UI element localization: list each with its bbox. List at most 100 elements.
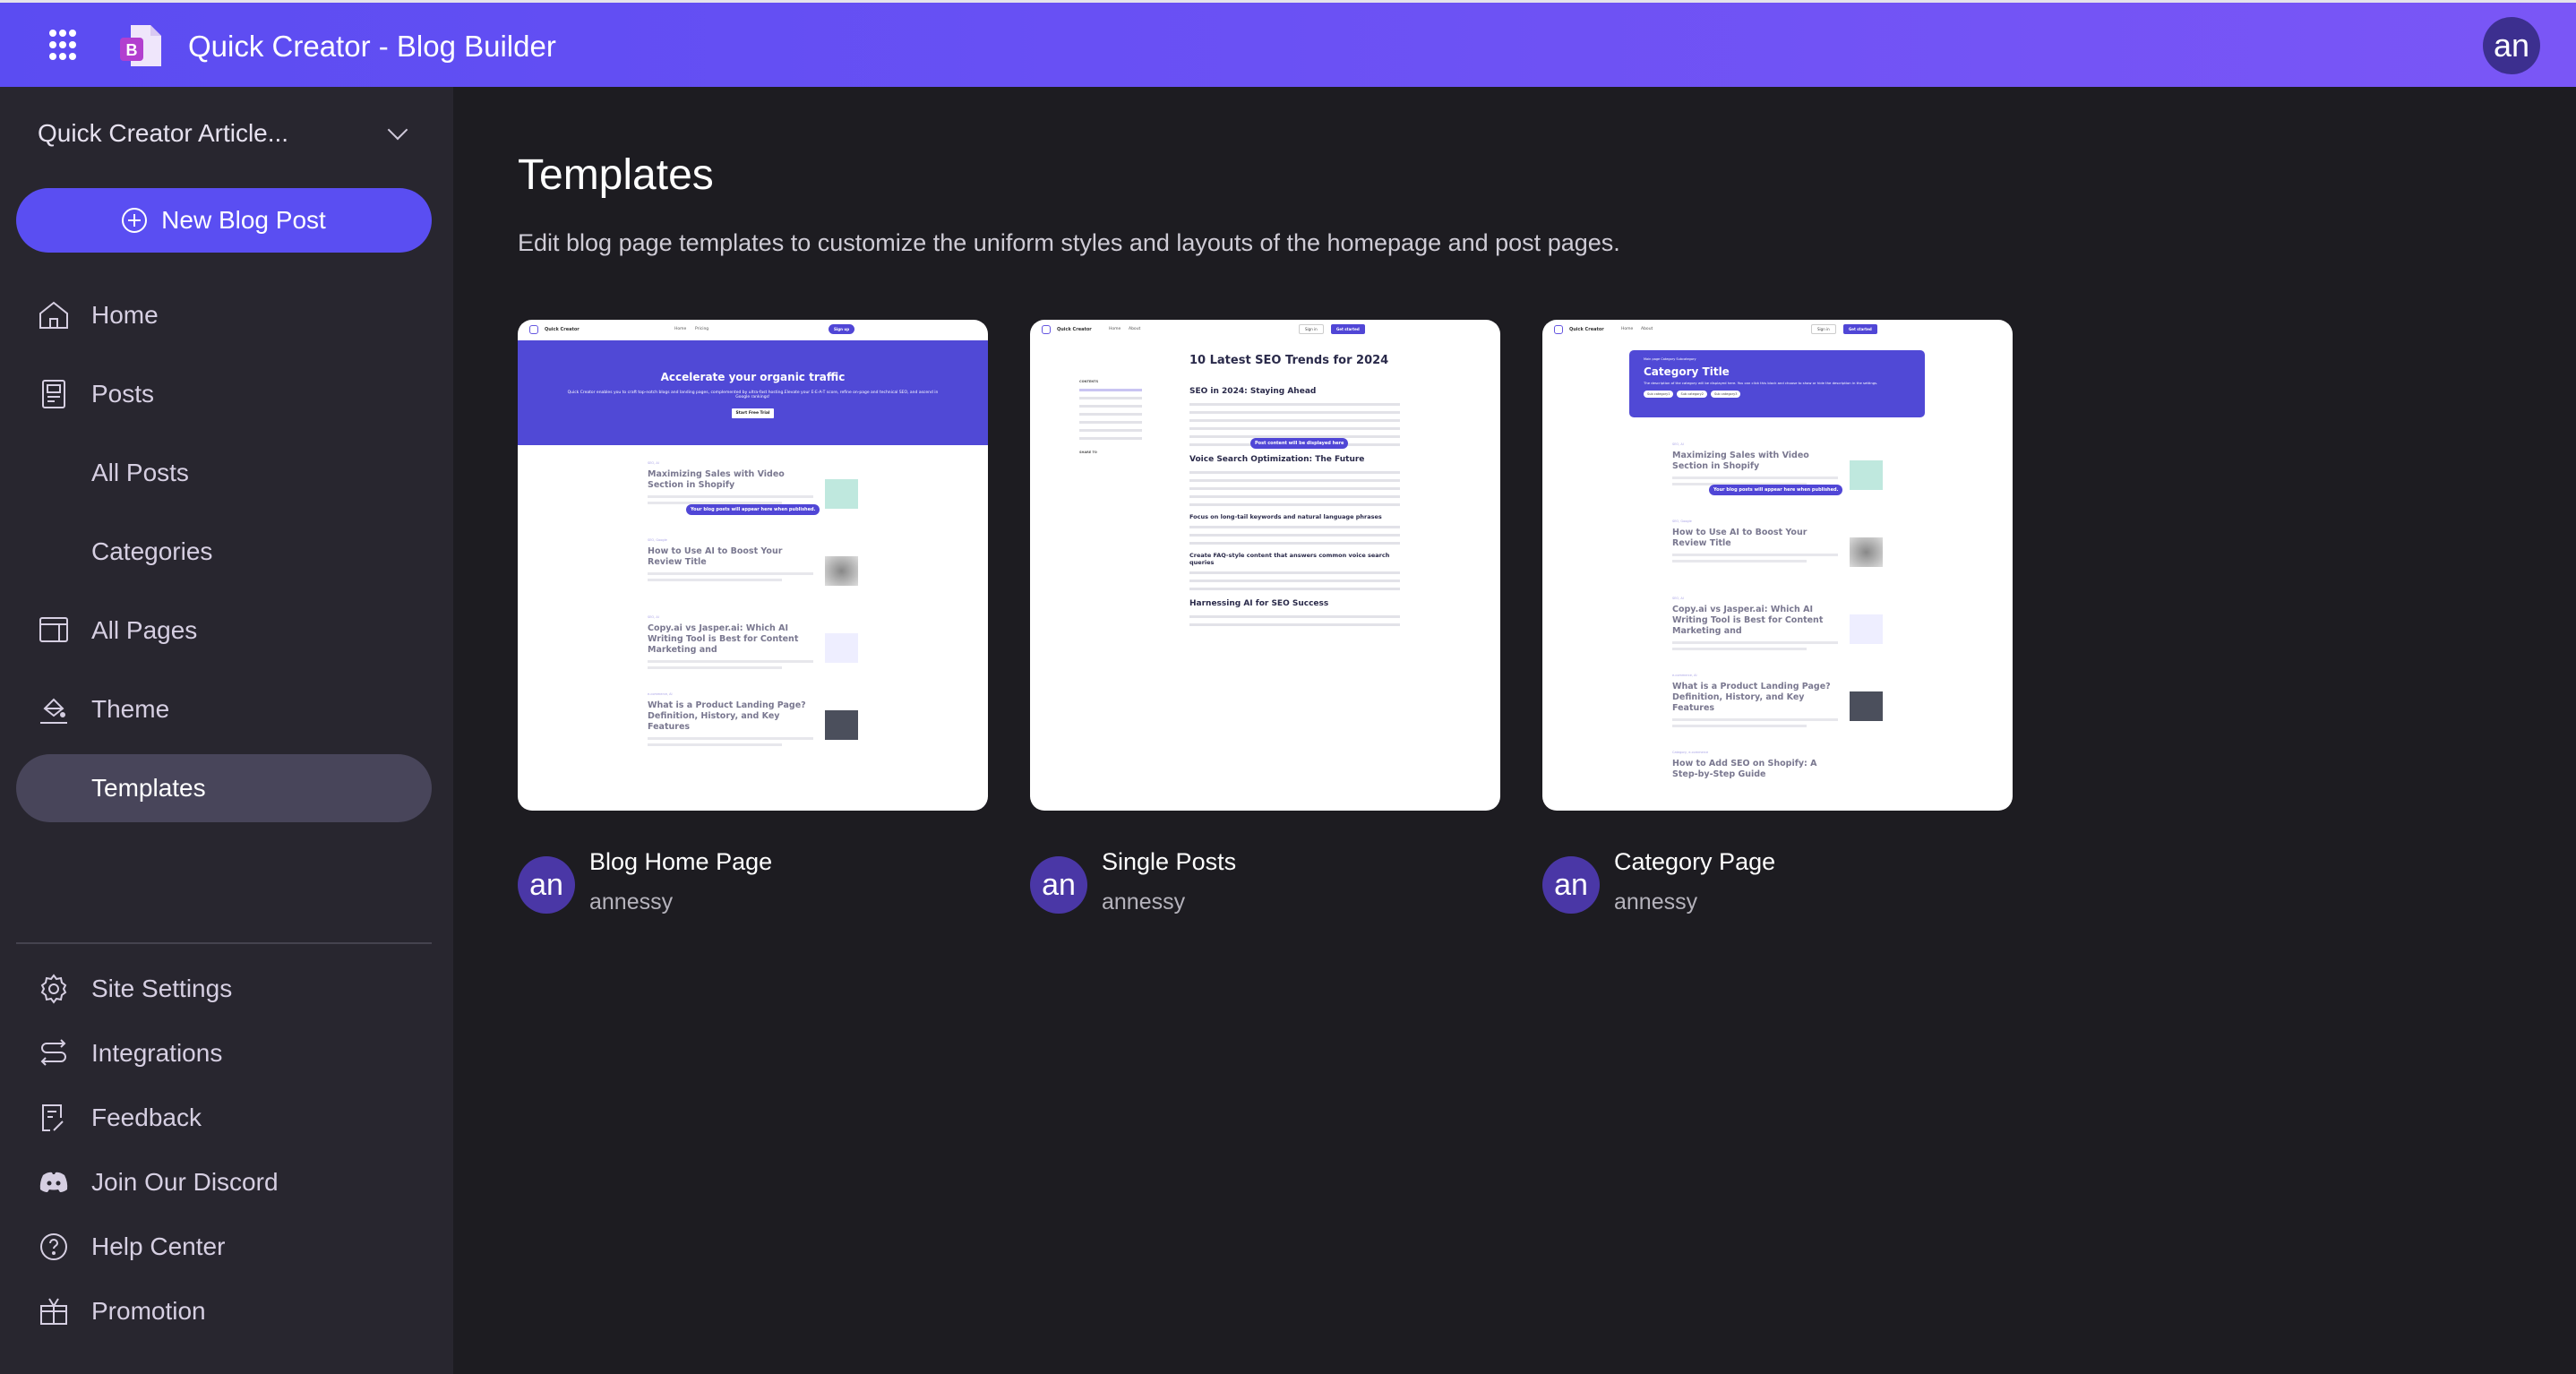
- preview-post-title: Copy.ai vs Jasper.ai: Which AI Writing T…: [648, 623, 799, 655]
- sidebar-item-site-settings[interactable]: Site Settings: [16, 955, 432, 1023]
- template-preview[interactable]: Quick Creator Home Pricing Sign up Accel…: [518, 320, 988, 811]
- preview-brand: Quick Creator: [545, 327, 580, 332]
- preview-hero-title: Accelerate your organic traffic: [660, 371, 846, 383]
- paint-bucket-icon: [40, 698, 67, 724]
- app-header: B Quick Creator - Blog Builder an: [0, 3, 2576, 87]
- preview-share-label: SHARE TO: [1079, 451, 1097, 454]
- preview-post-title: How to Use AI to Boost Your Review Title: [648, 546, 783, 567]
- template-card-single-posts[interactable]: Quick Creator Home About Sign in Get sta…: [1030, 320, 1500, 915]
- preview-hero-button: Start Free Trial: [731, 408, 775, 418]
- preview-get-started: Get started: [1331, 324, 1365, 334]
- preview-placeholder-pill: Your blog posts will appear here when pu…: [686, 504, 820, 515]
- preview-category-header: Main page Category Subcategory Category …: [1629, 350, 1925, 417]
- preview-breadcrumb: Main page Category Subcategory: [1644, 357, 1696, 361]
- preview-get-started: Get started: [1843, 324, 1877, 334]
- sidebar-item-label: Categories: [91, 537, 213, 565]
- preview-nav-home: Home: [674, 327, 687, 331]
- page-title: Templates: [518, 151, 714, 199]
- preview-placeholder-pill: Your blog posts will appear here when pu…: [1709, 485, 1843, 495]
- sidebar-item-integrations[interactable]: Integrations: [16, 1019, 432, 1087]
- preview-brand: Quick Creator: [1057, 327, 1092, 332]
- preview-signup: Sign up: [829, 324, 855, 334]
- preview-signin: Sign in: [1811, 324, 1836, 334]
- preview-post-title: What is a Product Landing Page? Definiti…: [648, 700, 806, 732]
- template-name[interactable]: Single Posts: [1102, 848, 1236, 876]
- site-selector-dropdown[interactable]: Quick Creator Article...: [38, 119, 414, 155]
- site-selector-label: Quick Creator Article...: [38, 119, 289, 147]
- preview-brand: Quick Creator: [1569, 327, 1604, 332]
- template-preview[interactable]: Quick Creator Home About Sign in Get sta…: [1030, 320, 1500, 811]
- sidebar-item-label: Home: [91, 301, 159, 329]
- preview-heading: Voice Search Optimization: The Future: [1189, 455, 1365, 464]
- sidebar-item-label: Help Center: [91, 1232, 226, 1260]
- sidebar-item-theme[interactable]: Theme: [16, 675, 432, 743]
- preview-toc: CONTENTS SHARE TO: [1079, 380, 1142, 454]
- help-icon: [40, 1233, 67, 1260]
- preview-nav-home: Home: [1109, 327, 1121, 331]
- sidebar-item-feedback[interactable]: Feedback: [16, 1084, 432, 1152]
- author-avatar: an: [518, 856, 575, 914]
- sidebar-item-label: Join Our Discord: [91, 1168, 279, 1196]
- preview-category-desc: The description of the category will be …: [1644, 381, 1878, 385]
- sidebar-divider: [16, 942, 432, 944]
- preview-category-title: Category Title: [1644, 365, 1730, 378]
- template-card-blog-home[interactable]: Quick Creator Home Pricing Sign up Accel…: [518, 320, 988, 915]
- preview-article-title: 10 Latest SEO Trends for 2024: [1189, 354, 1389, 367]
- apps-grid-icon[interactable]: [49, 30, 76, 60]
- sidebar-item-discord[interactable]: Join Our Discord: [16, 1148, 432, 1216]
- template-author: annessy: [589, 889, 674, 915]
- sidebar-item-all-posts[interactable]: All Posts: [16, 439, 432, 507]
- template-name[interactable]: Blog Home Page: [589, 848, 772, 876]
- app-title: Quick Creator - Blog Builder: [188, 30, 556, 63]
- plus-circle-icon: [122, 208, 148, 233]
- sidebar-item-label: Integrations: [91, 1039, 223, 1067]
- new-blog-post-label: New Blog Post: [161, 206, 326, 234]
- gift-icon: [40, 1298, 67, 1325]
- preview-article: 10 Latest SEO Trends for 2024 SEO in 202…: [1189, 354, 1400, 631]
- sidebar-item-label: Posts: [91, 380, 155, 408]
- preview-logo-icon: [529, 325, 538, 334]
- preview-nav-home: Home: [1621, 327, 1634, 331]
- sidebar-item-posts[interactable]: Posts: [16, 360, 432, 428]
- user-avatar[interactable]: an: [2483, 17, 2540, 74]
- author-avatar: an: [1542, 856, 1600, 914]
- gear-icon: [40, 974, 67, 1004]
- sidebar-item-categories[interactable]: Categories: [16, 518, 432, 586]
- sidebar-item-label: Feedback: [91, 1103, 202, 1131]
- chevron-down-icon: [387, 119, 408, 141]
- sidebar-item-home[interactable]: Home: [16, 281, 432, 349]
- author-avatar: an: [1030, 856, 1087, 914]
- preview-placeholder-pill: Post content will be displayed here: [1250, 438, 1349, 449]
- new-blog-post-button[interactable]: New Blog Post: [16, 188, 432, 253]
- sidebar-item-templates[interactable]: Templates: [16, 754, 432, 822]
- posts-icon: [42, 380, 65, 408]
- sidebar-item-label: All Posts: [91, 459, 189, 486]
- preview-signin: Sign in: [1299, 324, 1324, 334]
- preview-post-title: Maximizing Sales with Video Section in S…: [1672, 451, 1809, 471]
- template-name[interactable]: Category Page: [1614, 848, 1775, 876]
- preview-heading: Harnessing AI for SEO Success: [1189, 599, 1329, 608]
- template-author: annessy: [1102, 889, 1186, 915]
- svg-text:B: B: [126, 41, 138, 59]
- sidebar-item-label: All Pages: [91, 616, 198, 644]
- feedback-icon: [42, 1104, 64, 1131]
- preview-post-title: What is a Product Landing Page? Definiti…: [1672, 682, 1831, 713]
- sidebar-item-help-center[interactable]: Help Center: [16, 1213, 432, 1281]
- preview-post-title: Copy.ai vs Jasper.ai: Which AI Writing T…: [1672, 605, 1824, 636]
- sidebar-item-all-pages[interactable]: All Pages: [16, 597, 432, 665]
- preview-post-list: SEO, AI Maximizing Sales with Video Secti…: [1672, 442, 1883, 811]
- sidebar-item-label: Promotion: [91, 1297, 206, 1325]
- preview-nav-about: About: [1641, 327, 1653, 331]
- preview-heading: Focus on long-tail keywords and natural …: [1189, 513, 1382, 520]
- preview-nav-pricing: Pricing: [695, 327, 709, 331]
- preview-heading: SEO in 2024: Staying Ahead: [1189, 387, 1317, 396]
- sidebar-item-promotion[interactable]: Promotion: [16, 1277, 432, 1345]
- preview-hero-text: Quick Creator enables you to craft top-n…: [567, 391, 939, 399]
- template-author: annessy: [1614, 889, 1698, 915]
- preview-toc-label: CONTENTS: [1079, 380, 1099, 383]
- sidebar-item-label: Templates: [91, 774, 206, 802]
- blog-builder-logo-icon: B: [120, 25, 161, 66]
- template-preview[interactable]: Quick Creator Home About Sign in Get sta…: [1542, 320, 2013, 811]
- preview-post-title: How to Use AI to Boost Your Review Title: [1672, 528, 1807, 548]
- template-card-category-page[interactable]: Quick Creator Home About Sign in Get sta…: [1542, 320, 2013, 915]
